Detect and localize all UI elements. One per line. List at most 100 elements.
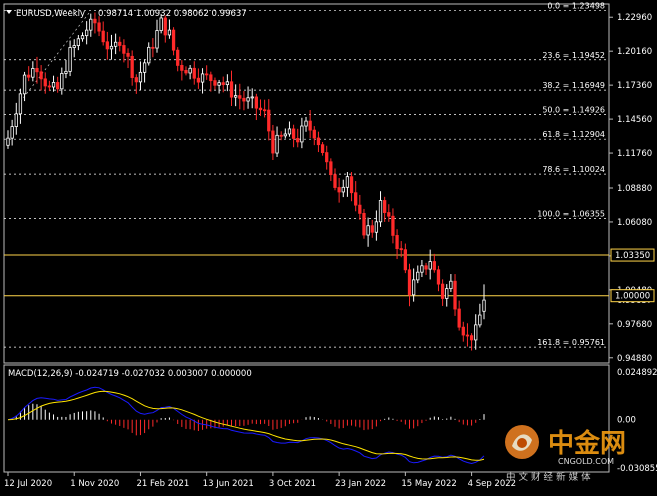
candle: [296, 128, 300, 148]
candle: [147, 42, 151, 66]
candle: [308, 109, 312, 139]
macd-axis-label: 0.00: [617, 416, 636, 426]
candle: [453, 274, 457, 316]
time-tick-label: 23 Jan 2022: [335, 479, 386, 489]
candle: [72, 39, 76, 58]
candle: [465, 323, 470, 347]
fib-level-label: 161.8 = 0.95761: [537, 338, 605, 347]
candle: [155, 19, 159, 53]
candle: [250, 88, 254, 109]
price-tick-label: 1.22960: [617, 13, 652, 23]
candle: [449, 274, 453, 292]
candle: [109, 34, 114, 60]
candle: [428, 249, 432, 280]
candle: [374, 210, 379, 241]
candle: [432, 253, 436, 273]
candle: [217, 79, 221, 94]
candle: [316, 131, 321, 153]
candle: [200, 68, 205, 94]
chart-header: EURUSD,Weekly 0.98714 1.00932 0.98062 0.…: [6, 9, 247, 19]
candle: [300, 117, 304, 149]
price-axis: 1.22960 1.20160 1.17360 1.14560 1.11760 1.088…: [609, 13, 657, 474]
dropdown-triangle-icon[interactable]: [6, 10, 12, 14]
fib-level-label: 78.6 = 1.10024: [542, 165, 605, 174]
time-tick-label: 21 Feb 2021: [136, 479, 189, 489]
candle: [258, 99, 263, 116]
candle: [482, 284, 486, 320]
candle: [420, 260, 424, 278]
candle: [213, 77, 217, 90]
candle: [39, 65, 43, 91]
candle: [97, 16, 101, 37]
time-tick-label: 13 Jun 2021: [203, 479, 254, 489]
candle: [205, 65, 209, 80]
brand-site: CNGOLD.COM: [558, 457, 614, 466]
candle: [60, 67, 64, 95]
candle: [209, 71, 213, 92]
candle: [43, 72, 47, 94]
candle: [184, 66, 188, 76]
candle: [76, 35, 81, 51]
candle: [163, 15, 167, 43]
candle: [349, 172, 354, 202]
candle: [254, 93, 258, 121]
candle: [126, 48, 130, 69]
candle: [176, 47, 180, 72]
candle: [188, 65, 192, 80]
candle: [362, 208, 366, 239]
candle: [47, 80, 52, 92]
candle: [10, 119, 14, 146]
candle: [383, 196, 387, 222]
candle: [366, 217, 370, 247]
candle: [275, 126, 279, 157]
horizontal-lines[interactable]: [4, 254, 609, 297]
candlestick-series: [6, 12, 486, 351]
candle: [167, 19, 172, 39]
candle: [229, 70, 234, 107]
candle: [192, 61, 196, 85]
candle: [478, 303, 482, 328]
macd-line: [7, 386, 485, 465]
price-tick-label: 0.94880: [617, 354, 652, 364]
candle: [22, 71, 27, 102]
candle: [105, 31, 109, 60]
candle: [312, 126, 316, 146]
candle: [291, 124, 296, 148]
candle: [18, 88, 23, 124]
candle: [424, 262, 428, 275]
macd-axis-label: -0.030855: [617, 464, 657, 474]
candle: [304, 116, 308, 132]
candle: [337, 178, 341, 203]
candle: [225, 74, 230, 92]
candle: [238, 83, 242, 110]
candle: [440, 279, 445, 306]
time-tick-label: 3 Oct 2021: [269, 479, 316, 489]
candle: [287, 121, 292, 137]
candle: [56, 76, 60, 93]
candle: [142, 59, 147, 83]
candle: [180, 60, 184, 81]
price-tick-label: 1.06080: [617, 218, 652, 228]
price-tick-label: 0.97680: [617, 320, 652, 330]
candle: [14, 102, 18, 135]
main-pane-frame: [3, 3, 610, 364]
candle: [333, 168, 337, 191]
price-tick-label: 1.08880: [617, 184, 652, 194]
candle: [6, 130, 10, 149]
line-price-label: 1.00000: [615, 292, 650, 302]
macd-label: MACD(12,26,9) -0.024719 -0.027032 0.0030…: [8, 369, 252, 379]
price-chart[interactable]: 0.0 = 1.23498 23.6 = 1.19452 38.2 = 1.1694…: [0, 0, 657, 496]
candle: [93, 12, 97, 34]
symbol-label: EURUSD,Weekly: [16, 9, 85, 19]
candle: [130, 50, 134, 86]
macd-indicator: [7, 386, 485, 465]
candle: [345, 171, 350, 197]
candle: [320, 141, 325, 156]
candle: [445, 284, 449, 307]
candle: [134, 74, 138, 94]
candle: [80, 32, 85, 42]
candle: [411, 268, 416, 302]
candle: [271, 124, 275, 160]
candle: [27, 66, 31, 82]
candle: [171, 27, 176, 56]
